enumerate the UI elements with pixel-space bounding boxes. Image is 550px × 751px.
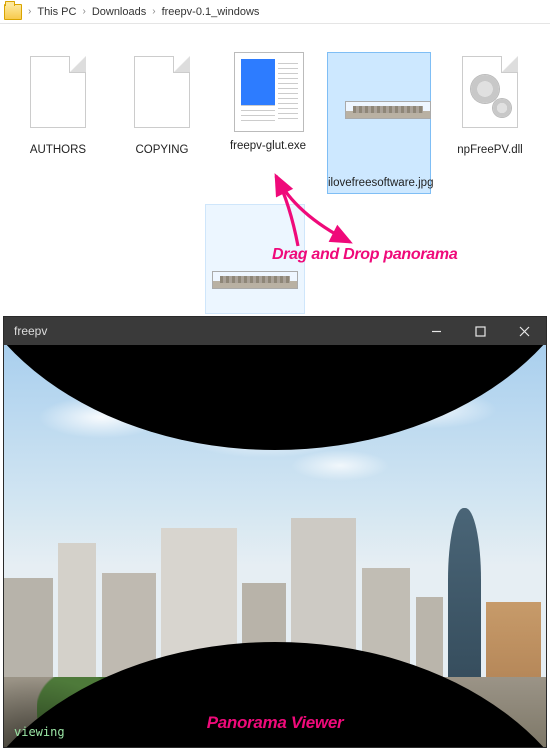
folder-icon xyxy=(4,4,22,20)
window-title: freepv xyxy=(14,324,47,338)
image-thumbnail-icon xyxy=(345,101,431,119)
breadcrumb-current-folder[interactable]: freepv-0.1_windows xyxy=(162,6,260,18)
panorama-viewport[interactable]: viewing Panorama Viewer xyxy=(4,345,546,747)
file-label: npFreePV.dll xyxy=(440,144,540,156)
minimize-button[interactable] xyxy=(414,317,458,345)
file-freepv-exe[interactable]: freepv-glut.exe xyxy=(218,52,318,152)
annotation-panorama-viewer: Panorama Viewer xyxy=(207,713,344,733)
annotation-drag-drop: Drag and Drop panorama xyxy=(272,246,457,264)
file-icon xyxy=(30,56,86,128)
file-label: COPYING xyxy=(112,144,212,156)
breadcrumb-this-pc[interactable]: This PC xyxy=(37,6,76,18)
file-list[interactable]: AUTHORS COPYING freepv-glut.exe ilovefre… xyxy=(0,24,550,308)
chevron-right-icon: › xyxy=(150,6,157,17)
file-label: AUTHORS xyxy=(8,144,108,156)
panorama-viewer-window: freepv viewing Panorama View xyxy=(3,316,547,748)
file-copying[interactable]: COPYING xyxy=(112,52,212,156)
titlebar[interactable]: freepv xyxy=(4,317,546,345)
file-label: ilovefreesoftware.jpg xyxy=(328,177,430,189)
file-label: freepv-glut.exe xyxy=(218,140,318,152)
file-icon xyxy=(134,56,190,128)
status-text: viewing xyxy=(14,725,65,739)
close-button[interactable] xyxy=(502,317,546,345)
maximize-button[interactable] xyxy=(458,317,502,345)
file-npfreepv-dll[interactable]: npFreePV.dll xyxy=(440,52,540,156)
file-explorer-window: › This PC › Downloads › freepv-0.1_windo… xyxy=(0,0,550,308)
breadcrumb[interactable]: › This PC › Downloads › freepv-0.1_windo… xyxy=(0,0,550,24)
file-authors[interactable]: AUTHORS xyxy=(8,52,108,156)
dll-gear-icon xyxy=(462,56,518,128)
file-panorama-jpg[interactable]: ilovefreesoftware.jpg xyxy=(327,52,431,194)
exe-icon xyxy=(234,52,304,132)
breadcrumb-downloads[interactable]: Downloads xyxy=(92,6,146,18)
image-thumbnail-icon xyxy=(212,271,298,289)
chevron-right-icon: › xyxy=(26,6,33,17)
chevron-right-icon: › xyxy=(80,6,87,17)
